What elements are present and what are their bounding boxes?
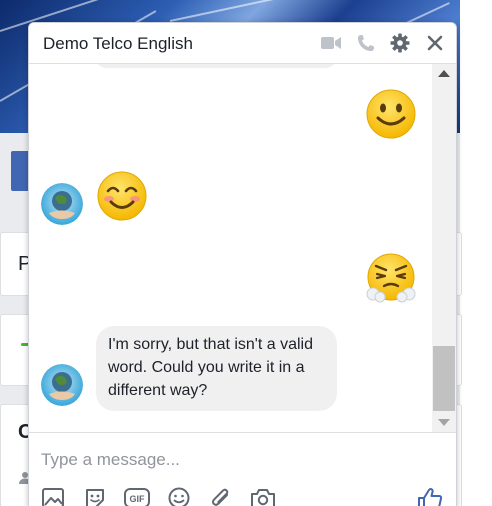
- video-camera-icon[interactable]: [321, 33, 341, 53]
- message-emoji-smiling-blush: [96, 170, 148, 227]
- close-icon[interactable]: [425, 33, 445, 53]
- message-composer: GIF: [29, 432, 456, 506]
- bot-message-bubble: I'm sorry, but that isn't a valid word. …: [96, 326, 337, 411]
- scroll-thumb[interactable]: [433, 346, 455, 411]
- bot-avatar[interactable]: [41, 183, 83, 225]
- bot-avatar[interactable]: [41, 364, 83, 406]
- gif-icon[interactable]: GIF: [124, 487, 150, 506]
- message-emoji-face-with-steam: [365, 252, 417, 309]
- message-list: I'm sorry, but that isn't a valid word. …: [29, 64, 432, 432]
- sticker-icon[interactable]: [82, 487, 108, 506]
- camera-icon[interactable]: [250, 487, 276, 506]
- thumbs-up-icon[interactable]: [417, 487, 443, 506]
- emoji-icon[interactable]: [166, 487, 192, 506]
- message-emoji-slight-smile: [365, 88, 417, 145]
- phone-icon[interactable]: [356, 33, 376, 53]
- chat-window: Demo Telco English I'm sorry, but that i…: [28, 22, 457, 506]
- scroll-down-arrow-icon[interactable]: [438, 419, 450, 426]
- message-input[interactable]: [41, 448, 421, 472]
- attachment-icon[interactable]: [208, 487, 234, 506]
- scroll-up-arrow-icon[interactable]: [438, 70, 450, 77]
- page-right-column: [460, 0, 492, 506]
- previous-message-bubble: [96, 64, 336, 68]
- chat-title[interactable]: Demo Telco English: [43, 34, 193, 54]
- gear-icon[interactable]: [390, 33, 410, 53]
- photo-icon[interactable]: [40, 487, 66, 506]
- page: P C Demo Telco English I'm sorry, but th…: [0, 0, 492, 506]
- gif-label: GIF: [130, 494, 146, 504]
- message-scrollbar[interactable]: [432, 64, 456, 432]
- chat-header[interactable]: Demo Telco English: [29, 23, 456, 64]
